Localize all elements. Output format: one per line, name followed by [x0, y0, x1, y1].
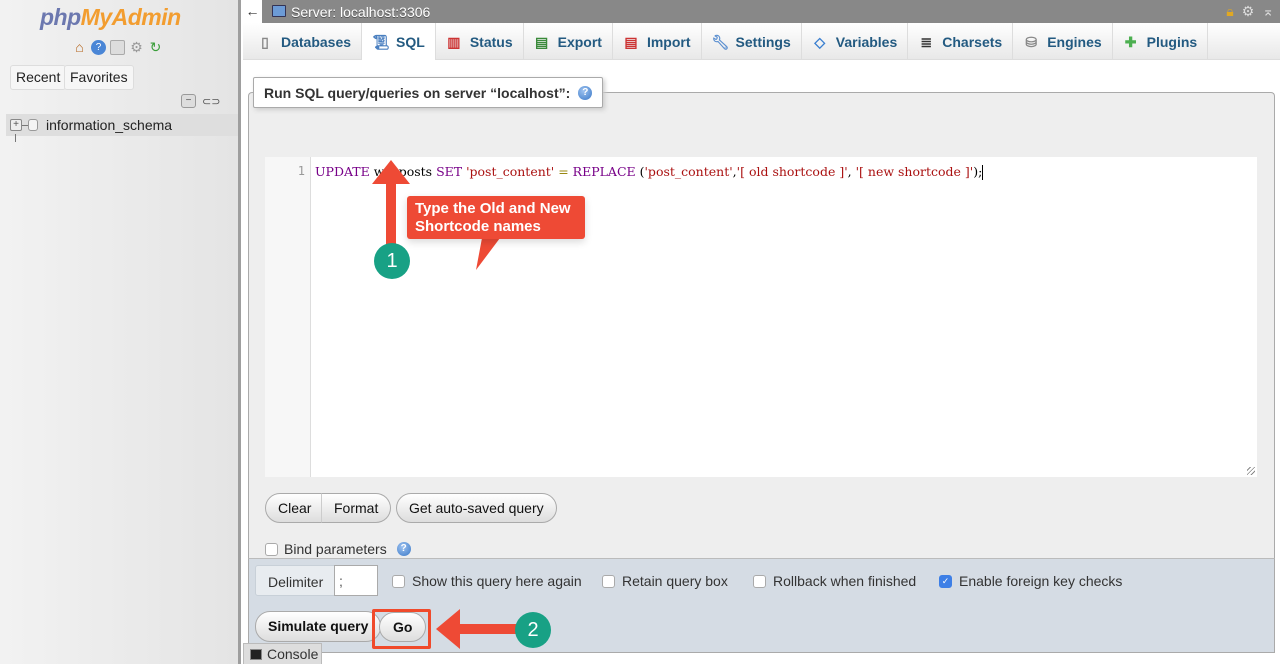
- annotation-tooltip: Type the Old and New Shortcode names: [407, 196, 585, 239]
- collapse-up-icon[interactable]: ⌅: [1262, 3, 1274, 20]
- tab-sql[interactable]: 📜︎ SQL: [362, 23, 436, 61]
- status-icon: ▥: [447, 33, 461, 50]
- import-icon: ▤: [624, 33, 638, 50]
- tree-item-database[interactable]: + information_schema: [6, 114, 238, 136]
- tab-import[interactable]: ▤ Import: [613, 23, 702, 60]
- settings-gear-icon[interactable]: ⚙: [1242, 3, 1255, 20]
- bind-parameters-option[interactable]: Bind parameters ?: [265, 541, 411, 557]
- variables-icon: ◇: [814, 33, 826, 50]
- editor-resize-handle[interactable]: [1247, 467, 1255, 475]
- rollback-checkbox[interactable]: [753, 574, 766, 588]
- charsets-icon: ≣: [920, 33, 933, 50]
- step-2-badge: 2: [515, 612, 551, 648]
- console-toggle[interactable]: Console: [243, 643, 322, 664]
- tab-plugins[interactable]: ✚ Plugins: [1113, 23, 1209, 60]
- console-icon: [250, 648, 262, 660]
- foreign-key-checks-checkbox[interactable]: ✓: [939, 574, 952, 588]
- simulate-query-button[interactable]: Simulate query: [255, 611, 382, 642]
- help-icon[interactable]: ?: [91, 40, 106, 55]
- get-auto-saved-query-button[interactable]: Get auto-saved query: [396, 493, 557, 523]
- phpmyadmin-logo[interactable]: phpMyAdmin: [40, 4, 181, 31]
- topbar-icons: 🔒︎ ⚙ ⌅: [1226, 3, 1274, 20]
- tab-variables[interactable]: ◇ Variables: [802, 23, 909, 60]
- tab-settings[interactable]: 🔧︎ Settings: [702, 23, 802, 60]
- wrench-icon: 🔧︎: [711, 33, 730, 50]
- sql-query-fieldset: 1 UPDATE wp_posts SET 'post_content' = R…: [248, 92, 1275, 558]
- engines-icon: ⛁: [1025, 33, 1038, 50]
- collapse-sidebar-button[interactable]: ←: [243, 0, 262, 23]
- tab-databases[interactable]: ▯ Databases: [243, 23, 363, 60]
- go-button-highlight: [372, 609, 431, 649]
- tab-status[interactable]: ▥ Status: [436, 23, 524, 60]
- settings-icon[interactable]: ⚙: [129, 40, 144, 55]
- server-breadcrumb-bar: ← Server: localhost:3306 🔒︎ ⚙ ⌅: [243, 0, 1280, 23]
- main-tabs: ▯ Databases 📜︎ SQL ▥ Status ▤ Export ▤ Import…: [243, 23, 1280, 61]
- collapse-all-icon[interactable]: −: [181, 94, 196, 108]
- recent-button[interactable]: Recent: [10, 65, 67, 90]
- foreign-key-checks-option[interactable]: ✓ Enable foreign key checks: [939, 573, 1122, 589]
- lock-icon[interactable]: 🔒︎: [1226, 3, 1233, 20]
- favorites-button[interactable]: Favorites: [64, 65, 134, 90]
- link-with-main-icon[interactable]: ⊂⊃: [202, 95, 220, 108]
- text-cursor: [982, 165, 984, 180]
- delimiter-input[interactable]: [334, 565, 378, 596]
- server-breadcrumb[interactable]: Server: localhost:3306: [291, 4, 430, 20]
- tree-controls: − ⊂⊃: [181, 94, 220, 108]
- sidebar-nav-icons: ⌂ ? ⚙ ↻: [72, 40, 163, 55]
- tab-engines[interactable]: ⛁ Engines: [1013, 23, 1113, 60]
- sql-query-page: 1 UPDATE wp_posts SET 'post_content' = R…: [248, 60, 1280, 664]
- server-icon: [272, 5, 286, 17]
- line-number-gutter: 1: [265, 157, 311, 477]
- retain-query-box-checkbox[interactable]: [602, 574, 615, 588]
- sql-panel-legend: Run SQL query/queries on server “localho…: [253, 77, 604, 108]
- clear-button[interactable]: Clear: [265, 493, 325, 523]
- expand-icon[interactable]: +: [10, 119, 22, 131]
- home-icon[interactable]: ⌂: [72, 40, 87, 55]
- database-name[interactable]: information_schema: [46, 117, 172, 133]
- help-icon[interactable]: ?: [396, 542, 411, 556]
- tree-connector-line: [15, 134, 16, 142]
- step-1-badge: 1: [374, 243, 410, 279]
- sql-icon: 📜︎: [372, 33, 390, 50]
- puzzle-icon: ✚: [1124, 33, 1137, 50]
- show-query-again-checkbox[interactable]: [392, 574, 405, 588]
- tab-charsets[interactable]: ≣ Charsets: [908, 23, 1014, 60]
- navigation-sidebar: phpMyAdmin ⌂ ? ⚙ ↻ Recent Favorites − ⊂⊃…: [0, 0, 241, 664]
- docs-icon[interactable]: [110, 40, 125, 55]
- sql-query-text[interactable]: UPDATE wp_posts SET 'post_content' = REP…: [315, 164, 984, 180]
- database-icon: [28, 119, 38, 131]
- retain-query-box-option[interactable]: Retain query box: [602, 573, 728, 589]
- delimiter-field: Delimiter: [255, 565, 378, 596]
- bind-parameters-checkbox[interactable]: [265, 542, 278, 556]
- sidebar-splitter[interactable]: [238, 0, 241, 664]
- show-query-again-option[interactable]: Show this query here again: [392, 573, 582, 589]
- reload-icon[interactable]: ↻: [148, 40, 163, 55]
- database-icon: ▯: [261, 33, 269, 50]
- rollback-option[interactable]: Rollback when finished: [753, 573, 916, 589]
- format-button[interactable]: Format: [321, 493, 392, 523]
- export-icon: ▤: [535, 33, 549, 50]
- help-icon[interactable]: ?: [578, 85, 593, 100]
- tab-export[interactable]: ▤ Export: [524, 23, 613, 60]
